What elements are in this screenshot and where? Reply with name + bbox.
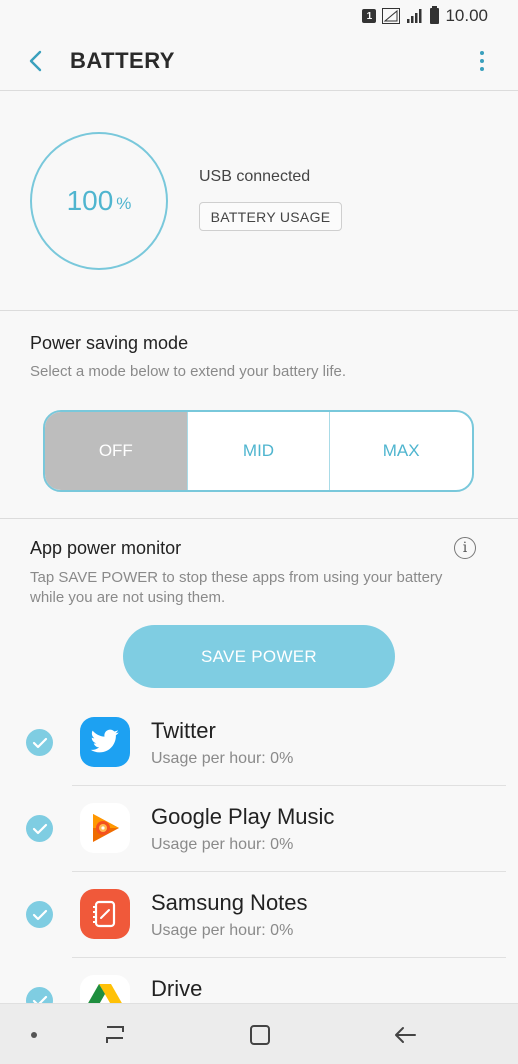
battery-icon xyxy=(430,6,440,24)
signal-strength-icon xyxy=(407,9,422,23)
power-saving-description: Select a mode below to extend your batte… xyxy=(30,363,347,380)
recent-apps-button[interactable] xyxy=(100,1020,130,1050)
app-monitor-description-2: while you are not using them. xyxy=(30,589,226,606)
status-bar: 1 10.00 xyxy=(0,0,518,32)
sim-icon: 1 xyxy=(362,9,377,23)
more-dot xyxy=(480,59,484,63)
divider xyxy=(0,310,518,311)
system-back-button[interactable] xyxy=(390,1020,420,1050)
divider xyxy=(0,518,518,519)
chevron-left-icon xyxy=(29,50,42,72)
twitter-icon xyxy=(80,717,130,767)
mode-mid-button[interactable]: MID xyxy=(186,412,330,490)
google-play-music-icon xyxy=(80,803,130,853)
app-row-google-play-music[interactable]: Google Play Music Usage per hour: 0% xyxy=(0,786,518,872)
check-icon xyxy=(32,995,47,1003)
battery-unit: % xyxy=(116,194,132,213)
more-options-button[interactable] xyxy=(472,46,492,76)
app-checkbox[interactable] xyxy=(26,815,53,842)
recent-apps-icon xyxy=(106,1026,124,1043)
check-icon xyxy=(32,737,47,748)
save-power-button[interactable]: SAVE POWER xyxy=(123,625,395,688)
check-icon xyxy=(32,823,47,834)
more-dot xyxy=(480,67,484,71)
samsung-notes-icon xyxy=(80,889,130,939)
power-saving-title: Power saving mode xyxy=(30,333,189,353)
page-title: BATTERY xyxy=(70,48,175,73)
charging-status: USB connected xyxy=(199,168,311,185)
app-name: Samsung Notes xyxy=(151,890,308,915)
app-usage: Usage per hour: 0% xyxy=(151,750,294,767)
app-usage: Usage per hour: 0% xyxy=(151,836,294,853)
app-bar: BATTERY xyxy=(0,32,518,90)
check-icon xyxy=(32,909,47,920)
info-icon[interactable]: i xyxy=(454,537,476,559)
app-row-samsung-notes[interactable]: Samsung Notes Usage per hour: 0% xyxy=(0,872,518,958)
mode-max-button[interactable]: MAX xyxy=(329,412,472,490)
nav-indicator-dot xyxy=(31,1032,37,1038)
battery-level: 100 xyxy=(66,185,114,216)
app-usage: Usage per hour: 0% xyxy=(151,922,294,939)
app-checkbox[interactable] xyxy=(26,901,53,928)
home-icon xyxy=(250,1025,270,1045)
divider xyxy=(0,90,518,91)
app-row-drive[interactable]: Drive xyxy=(0,958,518,1003)
back-button[interactable] xyxy=(20,46,50,76)
navigation-bar xyxy=(0,1003,518,1064)
app-checkbox[interactable] xyxy=(26,987,53,1003)
battery-usage-button[interactable]: BATTERY USAGE xyxy=(199,202,342,231)
app-name: Google Play Music xyxy=(151,804,335,829)
app-monitor-title: App power monitor xyxy=(30,538,182,558)
google-drive-icon xyxy=(80,975,130,1003)
mode-off-button[interactable]: OFF xyxy=(45,412,187,490)
home-button[interactable] xyxy=(245,1020,275,1050)
signal-icon xyxy=(382,8,401,24)
app-name: Twitter xyxy=(151,718,216,743)
battery-gauge: 100 % xyxy=(30,132,168,270)
back-arrow-icon xyxy=(395,1027,416,1043)
status-time: 10.00 xyxy=(445,6,488,25)
power-mode-selector: OFF MID MAX xyxy=(43,410,474,492)
more-vertical-icon xyxy=(480,51,484,55)
app-row-twitter[interactable]: Twitter Usage per hour: 0% xyxy=(0,700,518,786)
app-monitor-description-1: Tap SAVE POWER to stop these apps from u… xyxy=(30,569,443,586)
app-name: Drive xyxy=(151,976,203,1001)
app-checkbox[interactable] xyxy=(26,729,53,756)
